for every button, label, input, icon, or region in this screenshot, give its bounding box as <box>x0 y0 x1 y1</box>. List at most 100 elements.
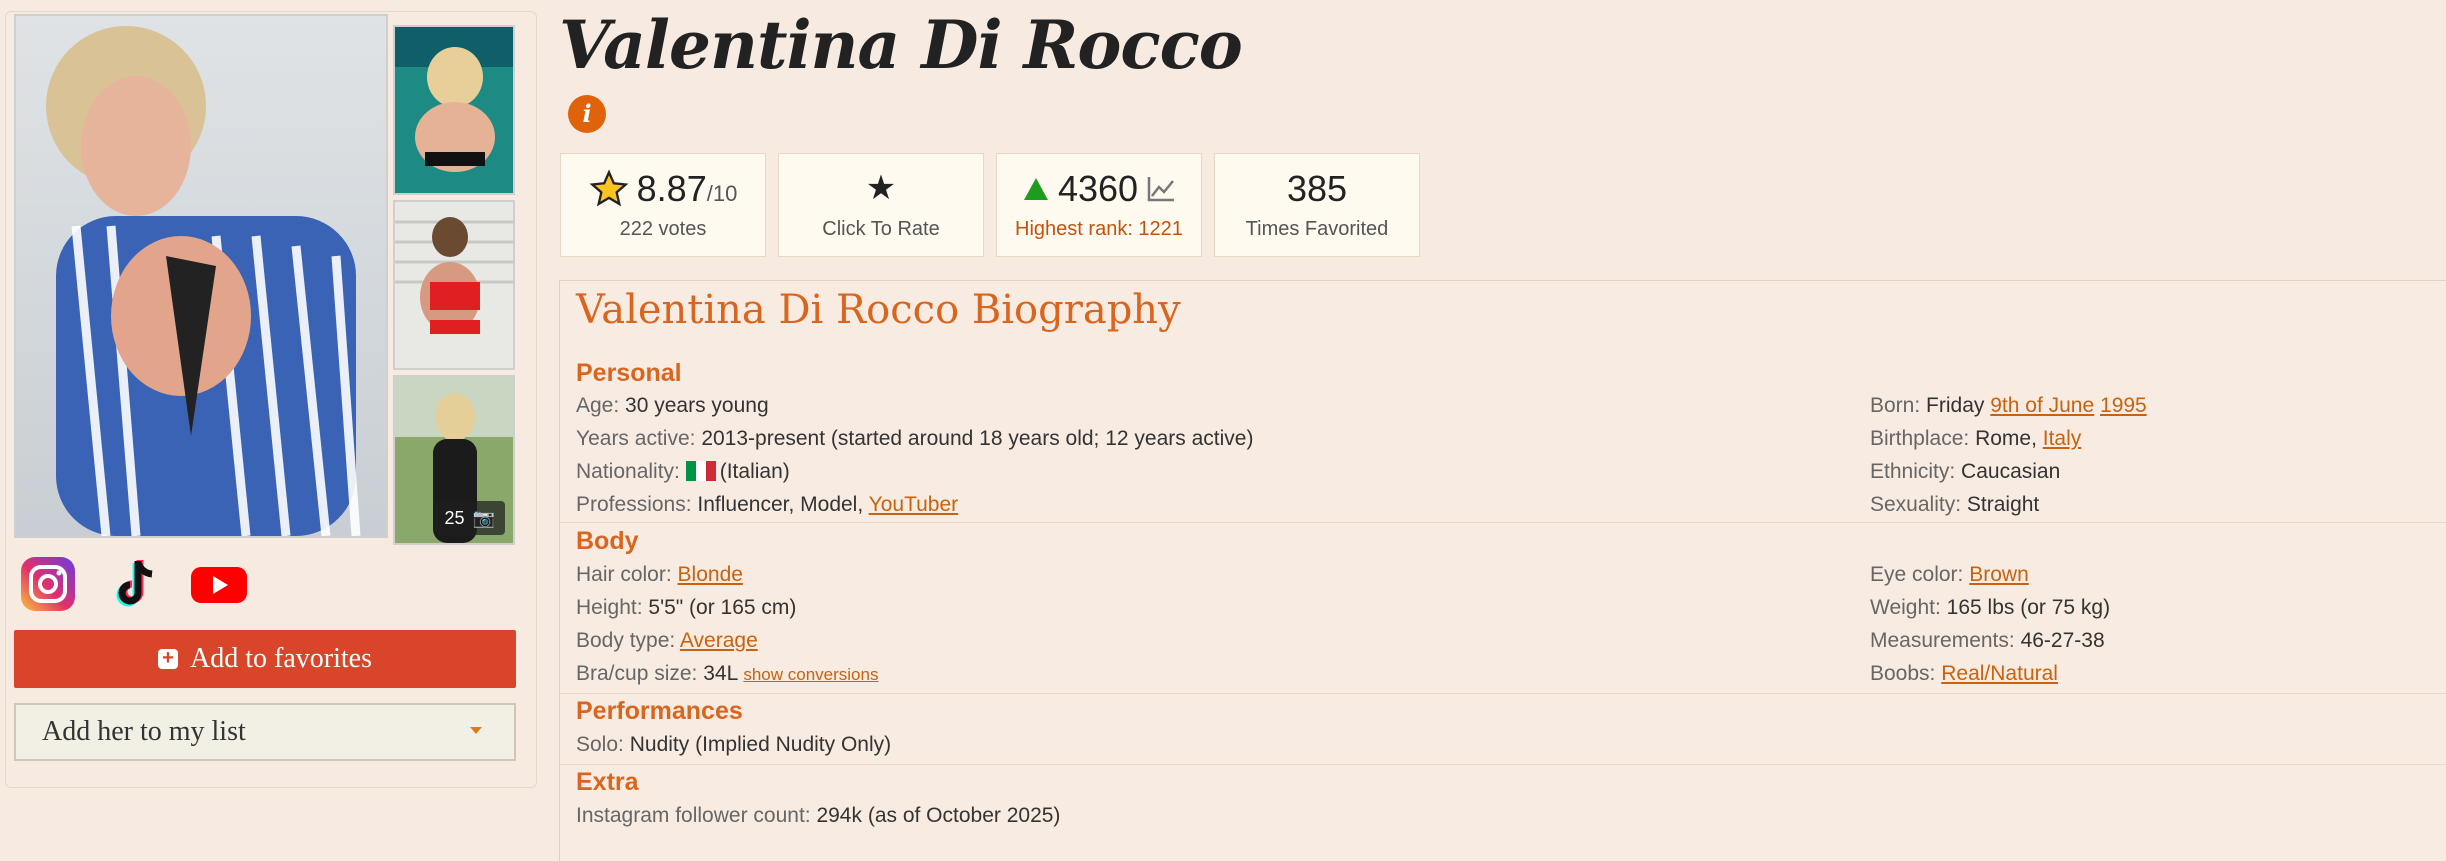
height-value: 5'5" (or 165 cm) <box>648 596 797 619</box>
sexuality-value: Straight <box>1966 493 2040 516</box>
youtube-icon[interactable] <box>190 555 248 613</box>
page-title: Valentina Di Rocco <box>559 6 1243 84</box>
hair-label: Hair color: <box>576 563 672 586</box>
eye-link[interactable]: Brown <box>1969 563 2029 586</box>
ethnicity-label: Ethnicity: <box>1870 460 1956 483</box>
personal-heading: Personal <box>576 359 682 387</box>
solo-value: Nudity (Implied Nudity Only) <box>629 733 892 756</box>
camera-icon: 📷 <box>472 508 495 528</box>
add-to-favorites-label: Add to favorites <box>190 643 372 674</box>
measurements-value: 46-27-38 <box>2020 629 2105 652</box>
measurements-label: Measurements: <box>1870 629 2015 652</box>
photo-count: 25 <box>444 508 465 528</box>
born-date-link[interactable]: 9th of June <box>1990 394 2094 417</box>
instagram-icon[interactable] <box>19 555 77 613</box>
add-to-list-select[interactable]: Add her to my list <box>14 703 516 761</box>
height-label: Height: <box>576 596 643 619</box>
info-icon[interactable]: i <box>568 95 606 133</box>
nationality-value: (Italian) <box>719 460 790 483</box>
ethnicity-row: Ethnicity: Caucasian <box>1870 460 2060 484</box>
weight-value: 165 lbs (or 75 kg) <box>1946 596 2111 619</box>
birthplace-country-link[interactable]: Italy <box>2043 427 2082 450</box>
show-conversions-link[interactable]: show conversions <box>743 665 878 684</box>
born-label: Born: <box>1870 394 1921 417</box>
boobs-link[interactable]: Real/Natural <box>1941 662 2058 685</box>
star-icon: ★ <box>865 169 897 207</box>
favorited-label: Times Favorited <box>1245 218 1389 240</box>
age-row: Age: 30 years young <box>576 394 769 418</box>
favorited-stat: 385 Times Favorited <box>1214 153 1420 257</box>
age-value: 30 years young <box>625 394 769 417</box>
bra-value: 34L <box>703 662 738 685</box>
measurements-row: Measurements: 46-27-38 <box>1870 629 2105 653</box>
click-to-rate-label: Click To Rate <box>822 218 940 240</box>
chevron-down-icon <box>470 727 482 734</box>
age-label: Age: <box>576 394 620 417</box>
professions-value: Influencer, Model, <box>697 493 864 516</box>
solo-row: Solo: Nudity (Implied Nudity Only) <box>576 733 891 757</box>
main-profile-photo[interactable] <box>14 14 388 538</box>
favorited-count: 385 <box>1286 168 1348 209</box>
years-active-row: Years active: 2013-present (started arou… <box>576 427 1253 451</box>
born-row: Born: Friday 9th of June 1995 <box>1870 394 2147 418</box>
body-heading: Body <box>576 527 639 555</box>
thumbnail-photo-3[interactable]: 25 📷 <box>393 375 515 545</box>
instagram-followers-label: Instagram follower count: <box>576 804 811 827</box>
rank-value: 4360 <box>1057 168 1139 209</box>
nationality-row: Nationality: (Italian) <box>576 460 790 484</box>
boobs-label: Boobs: <box>1870 662 1936 685</box>
born-day: Friday <box>1926 394 1985 417</box>
body-type-label: Body type: <box>576 629 676 652</box>
divider <box>560 522 2446 523</box>
youtuber-link[interactable]: YouTuber <box>869 493 959 516</box>
thumbnail-photo-2[interactable] <box>393 200 515 370</box>
divider <box>560 693 2446 694</box>
star-rating-icon <box>589 169 629 207</box>
born-year-link[interactable]: 1995 <box>2100 394 2147 417</box>
birthplace-label: Birthplace: <box>1870 427 1970 450</box>
sexuality-label: Sexuality: <box>1870 493 1962 516</box>
professions-row: Professions: Influencer, Model, YouTuber <box>576 493 958 517</box>
add-to-list-label: Add her to my list <box>42 716 246 747</box>
chart-icon <box>1147 177 1175 202</box>
bra-row: Bra/cup size: 34L show conversions <box>576 662 878 686</box>
nationality-label: Nationality: <box>576 460 680 483</box>
italy-flag-icon <box>685 461 716 481</box>
height-row: Height: 5'5" (or 165 cm) <box>576 596 796 620</box>
tiktok-icon[interactable] <box>108 555 166 613</box>
weight-row: Weight: 165 lbs (or 75 kg) <box>1870 596 2110 620</box>
years-active-label: Years active: <box>576 427 696 450</box>
hair-link[interactable]: Blonde <box>678 563 743 586</box>
bra-label: Bra/cup size: <box>576 662 698 685</box>
add-to-favorites-button[interactable]: + Add to favorites <box>14 630 516 688</box>
photo-count-badge[interactable]: 25 📷 <box>434 501 505 535</box>
extra-heading: Extra <box>576 768 639 796</box>
body-type-row: Body type: Average <box>576 629 758 653</box>
eye-label: Eye color: <box>1870 563 1964 586</box>
rank-stat[interactable]: 4360 Highest rank: 1221 <box>996 153 1202 257</box>
instagram-followers-row: Instagram follower count: 294k (as of Oc… <box>576 804 1060 828</box>
hair-row: Hair color: Blonde <box>576 563 743 587</box>
body-type-link[interactable]: Average <box>680 629 758 652</box>
rating-value: 8.87 <box>636 168 707 209</box>
weight-label: Weight: <box>1870 596 1941 619</box>
years-active-value: 2013-present (started around 18 years ol… <box>701 427 1254 450</box>
sexuality-row: Sexuality: Straight <box>1870 493 2039 517</box>
highest-rank: Highest rank: 1221 <box>1015 218 1183 240</box>
birthplace-city: Rome, <box>1975 427 2037 450</box>
biography-title: Valentina Di Rocco Biography <box>576 287 1181 333</box>
divider <box>560 764 2446 765</box>
votes-count: 222 votes <box>619 218 707 240</box>
rank-up-arrow-icon <box>1023 178 1048 200</box>
solo-label: Solo: <box>576 733 624 756</box>
eye-row: Eye color: Brown <box>1870 563 2029 587</box>
rating-stat: 8.87/10 222 votes <box>560 153 766 257</box>
thumbnail-photo-1[interactable] <box>393 25 515 195</box>
instagram-followers-value: 294k (as of October 2025) <box>816 804 1061 827</box>
biography-section <box>559 280 2446 861</box>
click-to-rate-button[interactable]: ★ Click To Rate <box>778 153 984 257</box>
ethnicity-value: Caucasian <box>1961 460 2061 483</box>
plus-icon: + <box>158 648 179 669</box>
professions-label: Professions: <box>576 493 692 516</box>
birthplace-row: Birthplace: Rome, Italy <box>1870 427 2081 451</box>
